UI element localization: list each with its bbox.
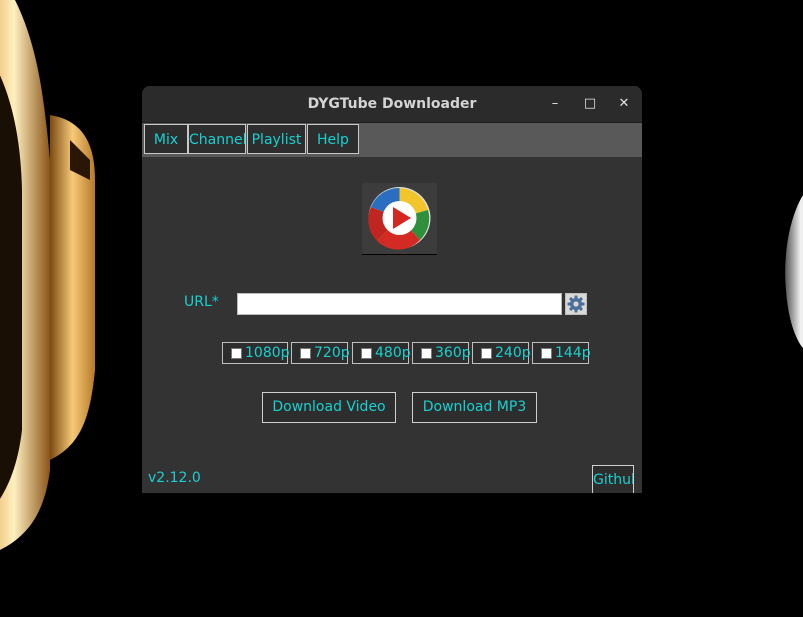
- resolution-option-1080p[interactable]: 1080p: [222, 342, 290, 364]
- resolution-label: 240p: [495, 345, 531, 361]
- resolution-option-240p[interactable]: 240p: [472, 342, 531, 364]
- minimize-button[interactable]: –: [545, 94, 565, 114]
- download-video-button[interactable]: Download Video: [262, 392, 396, 423]
- window-title: DYGTube Downloader: [307, 96, 477, 112]
- resolution-option-720p[interactable]: 720p: [291, 342, 350, 364]
- desktop: DYGTube Downloader – □ ✕ Mix Channel Pla…: [0, 0, 803, 617]
- maximize-icon: □: [583, 96, 597, 111]
- version-label: v2.12.0: [148, 470, 201, 486]
- main-panel: URL* 1080p 720p 480p 360p 240p 144p Down…: [142, 157, 642, 493]
- resolution-label: 480p: [375, 345, 411, 361]
- resolution-label: 720p: [314, 345, 350, 361]
- close-icon: ✕: [618, 96, 630, 111]
- wallpaper-gold-ornament: [0, 0, 95, 550]
- checkbox-240p[interactable]: [481, 348, 492, 359]
- download-mp3-button[interactable]: Download MP3: [412, 392, 537, 423]
- menu-bar: Mix Channel Playlist Help: [142, 123, 642, 157]
- settings-button[interactable]: [565, 293, 587, 315]
- app-logo: [362, 183, 437, 255]
- resolution-label: 360p: [435, 345, 471, 361]
- title-bar[interactable]: DYGTube Downloader – □ ✕: [142, 86, 642, 123]
- url-label: URL*: [184, 294, 219, 310]
- resolution-option-144p[interactable]: 144p: [532, 342, 591, 364]
- play-logo-icon: [368, 187, 431, 250]
- menu-item-mix[interactable]: Mix: [144, 124, 188, 154]
- menu-item-playlist[interactable]: Playlist: [247, 124, 306, 154]
- maximize-button[interactable]: □: [580, 94, 600, 114]
- resolution-label: 1080p: [245, 345, 290, 361]
- checkbox-480p[interactable]: [361, 348, 372, 359]
- resolution-label: 144p: [555, 345, 591, 361]
- resolution-option-480p[interactable]: 480p: [352, 342, 411, 364]
- checkbox-1080p[interactable]: [231, 348, 242, 359]
- checkbox-720p[interactable]: [300, 348, 311, 359]
- gear-icon: [567, 295, 585, 313]
- close-button[interactable]: ✕: [614, 94, 634, 114]
- minimize-icon: –: [551, 96, 559, 111]
- url-input[interactable]: [237, 293, 562, 315]
- checkbox-144p[interactable]: [541, 348, 552, 359]
- menu-item-channel[interactable]: Channel: [188, 124, 246, 154]
- github-button[interactable]: Github: [592, 465, 634, 493]
- wallpaper-silver-ornament: [785, 195, 803, 348]
- app-window: DYGTube Downloader – □ ✕ Mix Channel Pla…: [142, 86, 642, 493]
- menu-item-help[interactable]: Help: [307, 124, 359, 154]
- resolution-option-360p[interactable]: 360p: [412, 342, 471, 364]
- checkbox-360p[interactable]: [421, 348, 432, 359]
